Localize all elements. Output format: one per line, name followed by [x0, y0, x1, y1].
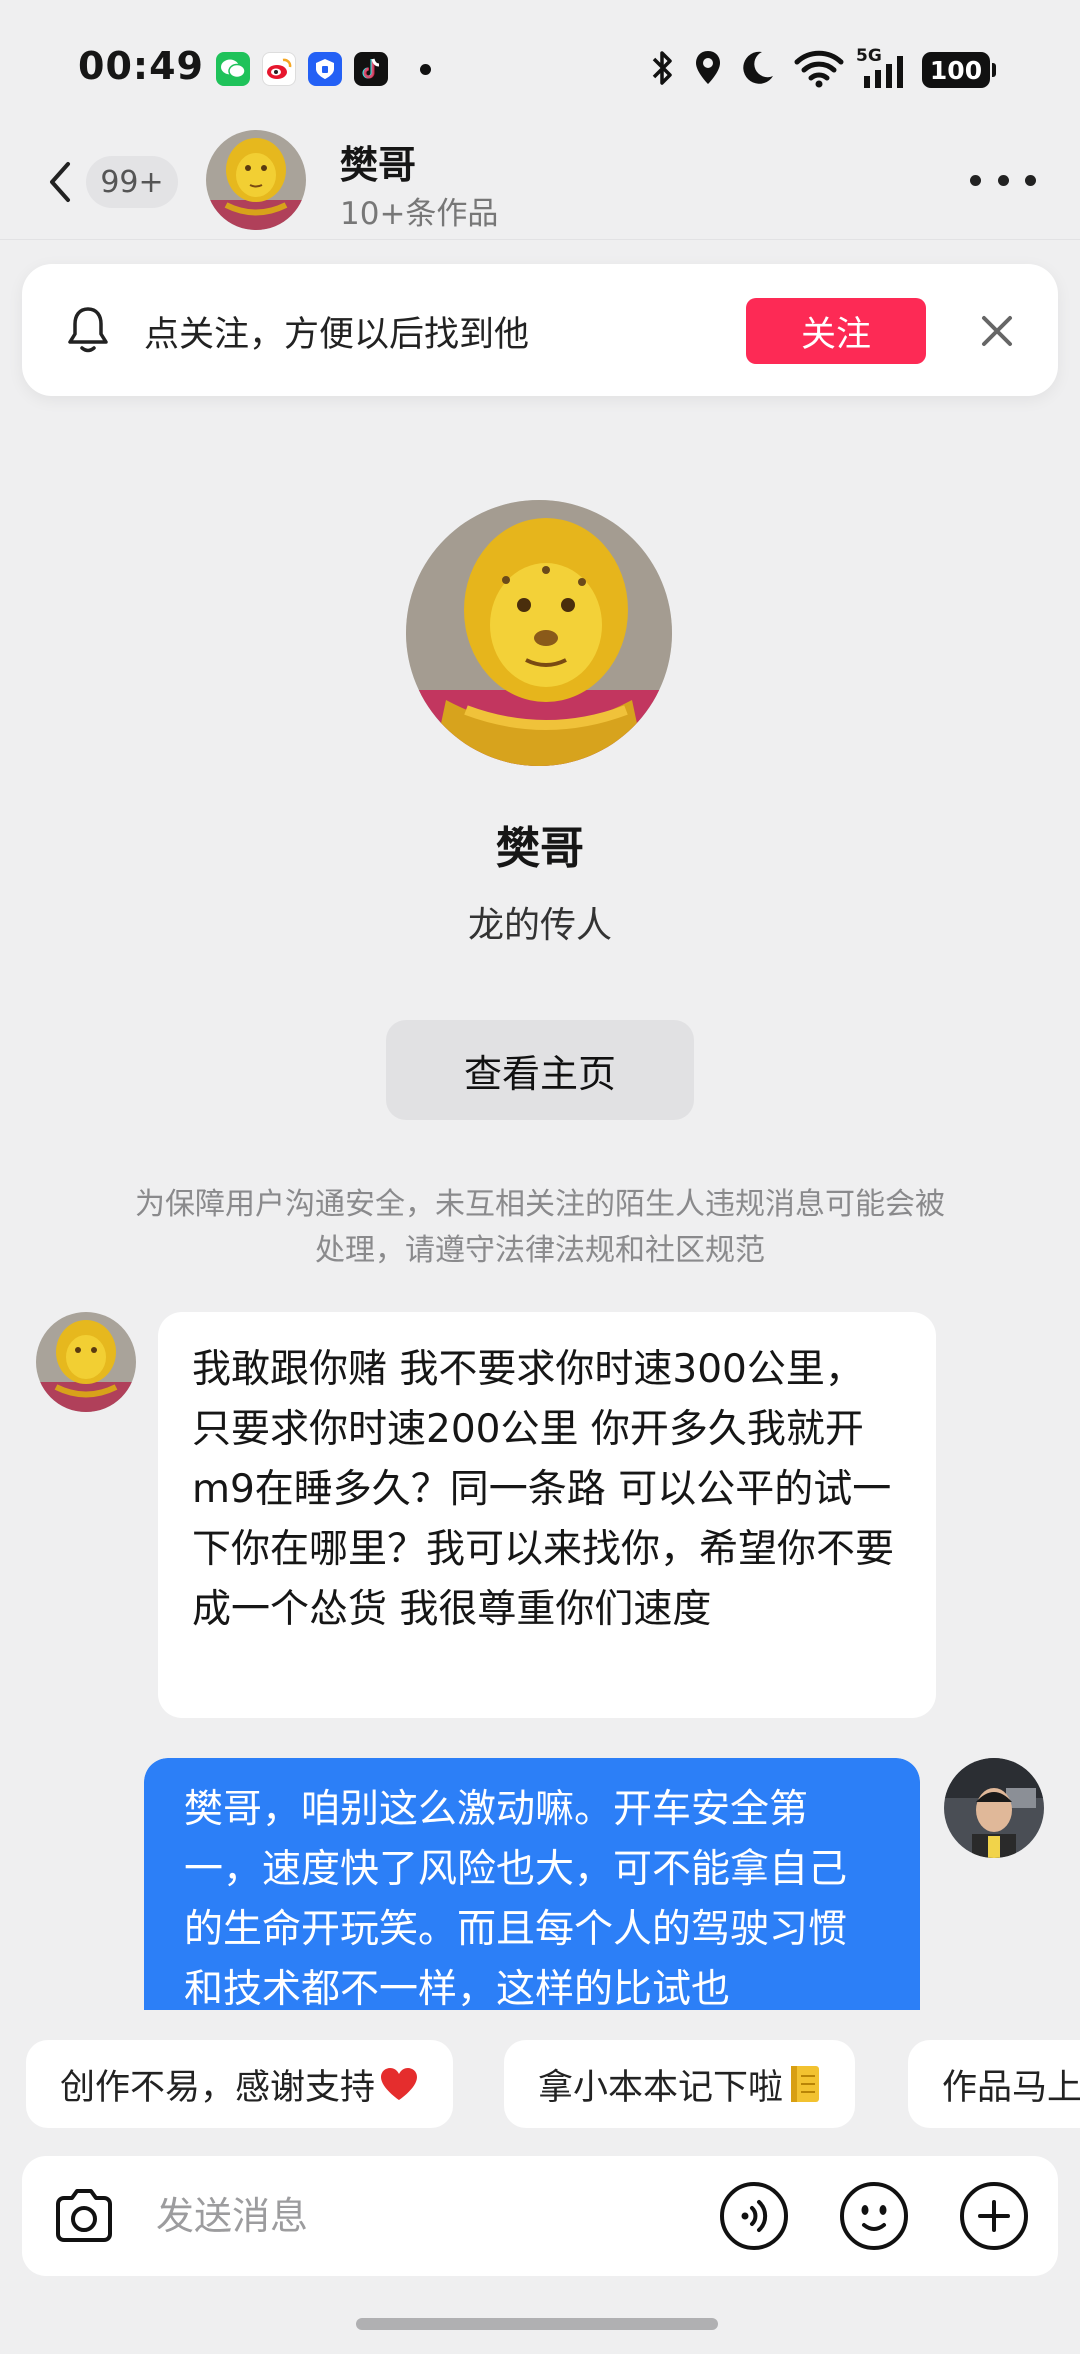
- message-bubble-incoming[interactable]: 我敢跟你赌 我不要求你时速300公里，只要求你时速200公里 你开多久我就开m9…: [158, 1312, 936, 1718]
- profile-name: 樊哥: [496, 823, 584, 874]
- dot-icon: [1025, 174, 1036, 186]
- notebook-icon: [787, 2064, 821, 2104]
- follow-prompt-text: 点关注，方便以后找到他: [144, 315, 530, 355]
- sender-avatar[interactable]: [36, 1312, 136, 1412]
- camera-icon[interactable]: [48, 2180, 120, 2252]
- bluetooth-icon: [652, 51, 672, 85]
- wechat-icon: [216, 52, 250, 86]
- contact-avatar[interactable]: [206, 130, 306, 230]
- more-options-button[interactable]: [970, 160, 1036, 200]
- quick-reply-label: 作品马上: [942, 2067, 1080, 2108]
- works-count[interactable]: 10+条作品: [340, 188, 498, 233]
- close-icon[interactable]: [974, 308, 1020, 354]
- status-time: 00:49: [78, 44, 204, 88]
- more-notifications-dot: [420, 64, 431, 75]
- profile-avatar[interactable]: [406, 500, 672, 766]
- chevron-left-icon: [50, 162, 70, 202]
- weibo-icon: [262, 52, 296, 86]
- quick-reply-label: 拿小本本记下啦: [538, 2067, 784, 2108]
- plus-icon[interactable]: [958, 2180, 1030, 2252]
- message-input-bar: [22, 2156, 1058, 2276]
- contact-name: 樊哥: [340, 143, 417, 187]
- do-not-disturb-icon: [743, 51, 773, 84]
- unread-count-badge[interactable]: 99+: [86, 156, 178, 208]
- back-button[interactable]: [44, 152, 84, 212]
- profile-bio: 龙的传人: [467, 905, 612, 946]
- emoji-icon[interactable]: [838, 2180, 910, 2252]
- dot-icon: [997, 174, 1009, 186]
- signal-icon: [864, 56, 903, 88]
- status-bar: 00:49 5G 100: [0, 0, 1080, 140]
- bell-icon: [68, 307, 108, 353]
- chat-header: 99+ 樊哥 10+条作品: [0, 120, 1080, 240]
- voice-message-icon[interactable]: [718, 2180, 790, 2252]
- quick-reply-label: 创作不易，感谢支持: [60, 2067, 376, 2108]
- heart-icon: [379, 2066, 419, 2102]
- tiktok-icon: [354, 52, 388, 86]
- message-input[interactable]: [156, 2186, 696, 2246]
- battery-indicator: 100: [922, 52, 996, 88]
- safety-notice: 为保障用户沟通安全，未互相关注的陌生人违规消息可能会被处理，请遵守法律法规和社区…: [135, 1187, 945, 1268]
- quick-replies: 创作不易，感谢支持 拿小本本记下啦 作品马上: [0, 2040, 1080, 2130]
- view-homepage-button[interactable]: 查看主页: [386, 1020, 694, 1120]
- dot-icon: [970, 174, 981, 186]
- message-bubble-outgoing[interactable]: 樊哥，咱别这么激动嘛。开车安全第一，速度快了风险也大，可不能拿自己的生命开玩笑。…: [144, 1758, 920, 2010]
- quick-reply-notebook[interactable]: 拿小本本记下啦: [504, 2040, 856, 2128]
- follow-banner: 点关注，方便以后找到他 关注: [22, 264, 1058, 396]
- quick-reply-works[interactable]: 作品马上: [908, 2040, 1080, 2128]
- security-app-icon: [308, 52, 342, 86]
- my-avatar[interactable]: [944, 1758, 1044, 1858]
- wifi-icon: [794, 50, 844, 88]
- outgoing-message-text: 樊哥，咱别这么激动嘛。开车安全第一，速度快了风险也大，可不能拿自己的生命开玩笑。…: [144, 1758, 920, 2010]
- follow-button[interactable]: 关注: [746, 298, 926, 364]
- quick-reply-thanks[interactable]: 创作不易，感谢支持: [26, 2040, 454, 2128]
- location-icon: [696, 51, 720, 84]
- home-indicator[interactable]: [356, 2318, 718, 2330]
